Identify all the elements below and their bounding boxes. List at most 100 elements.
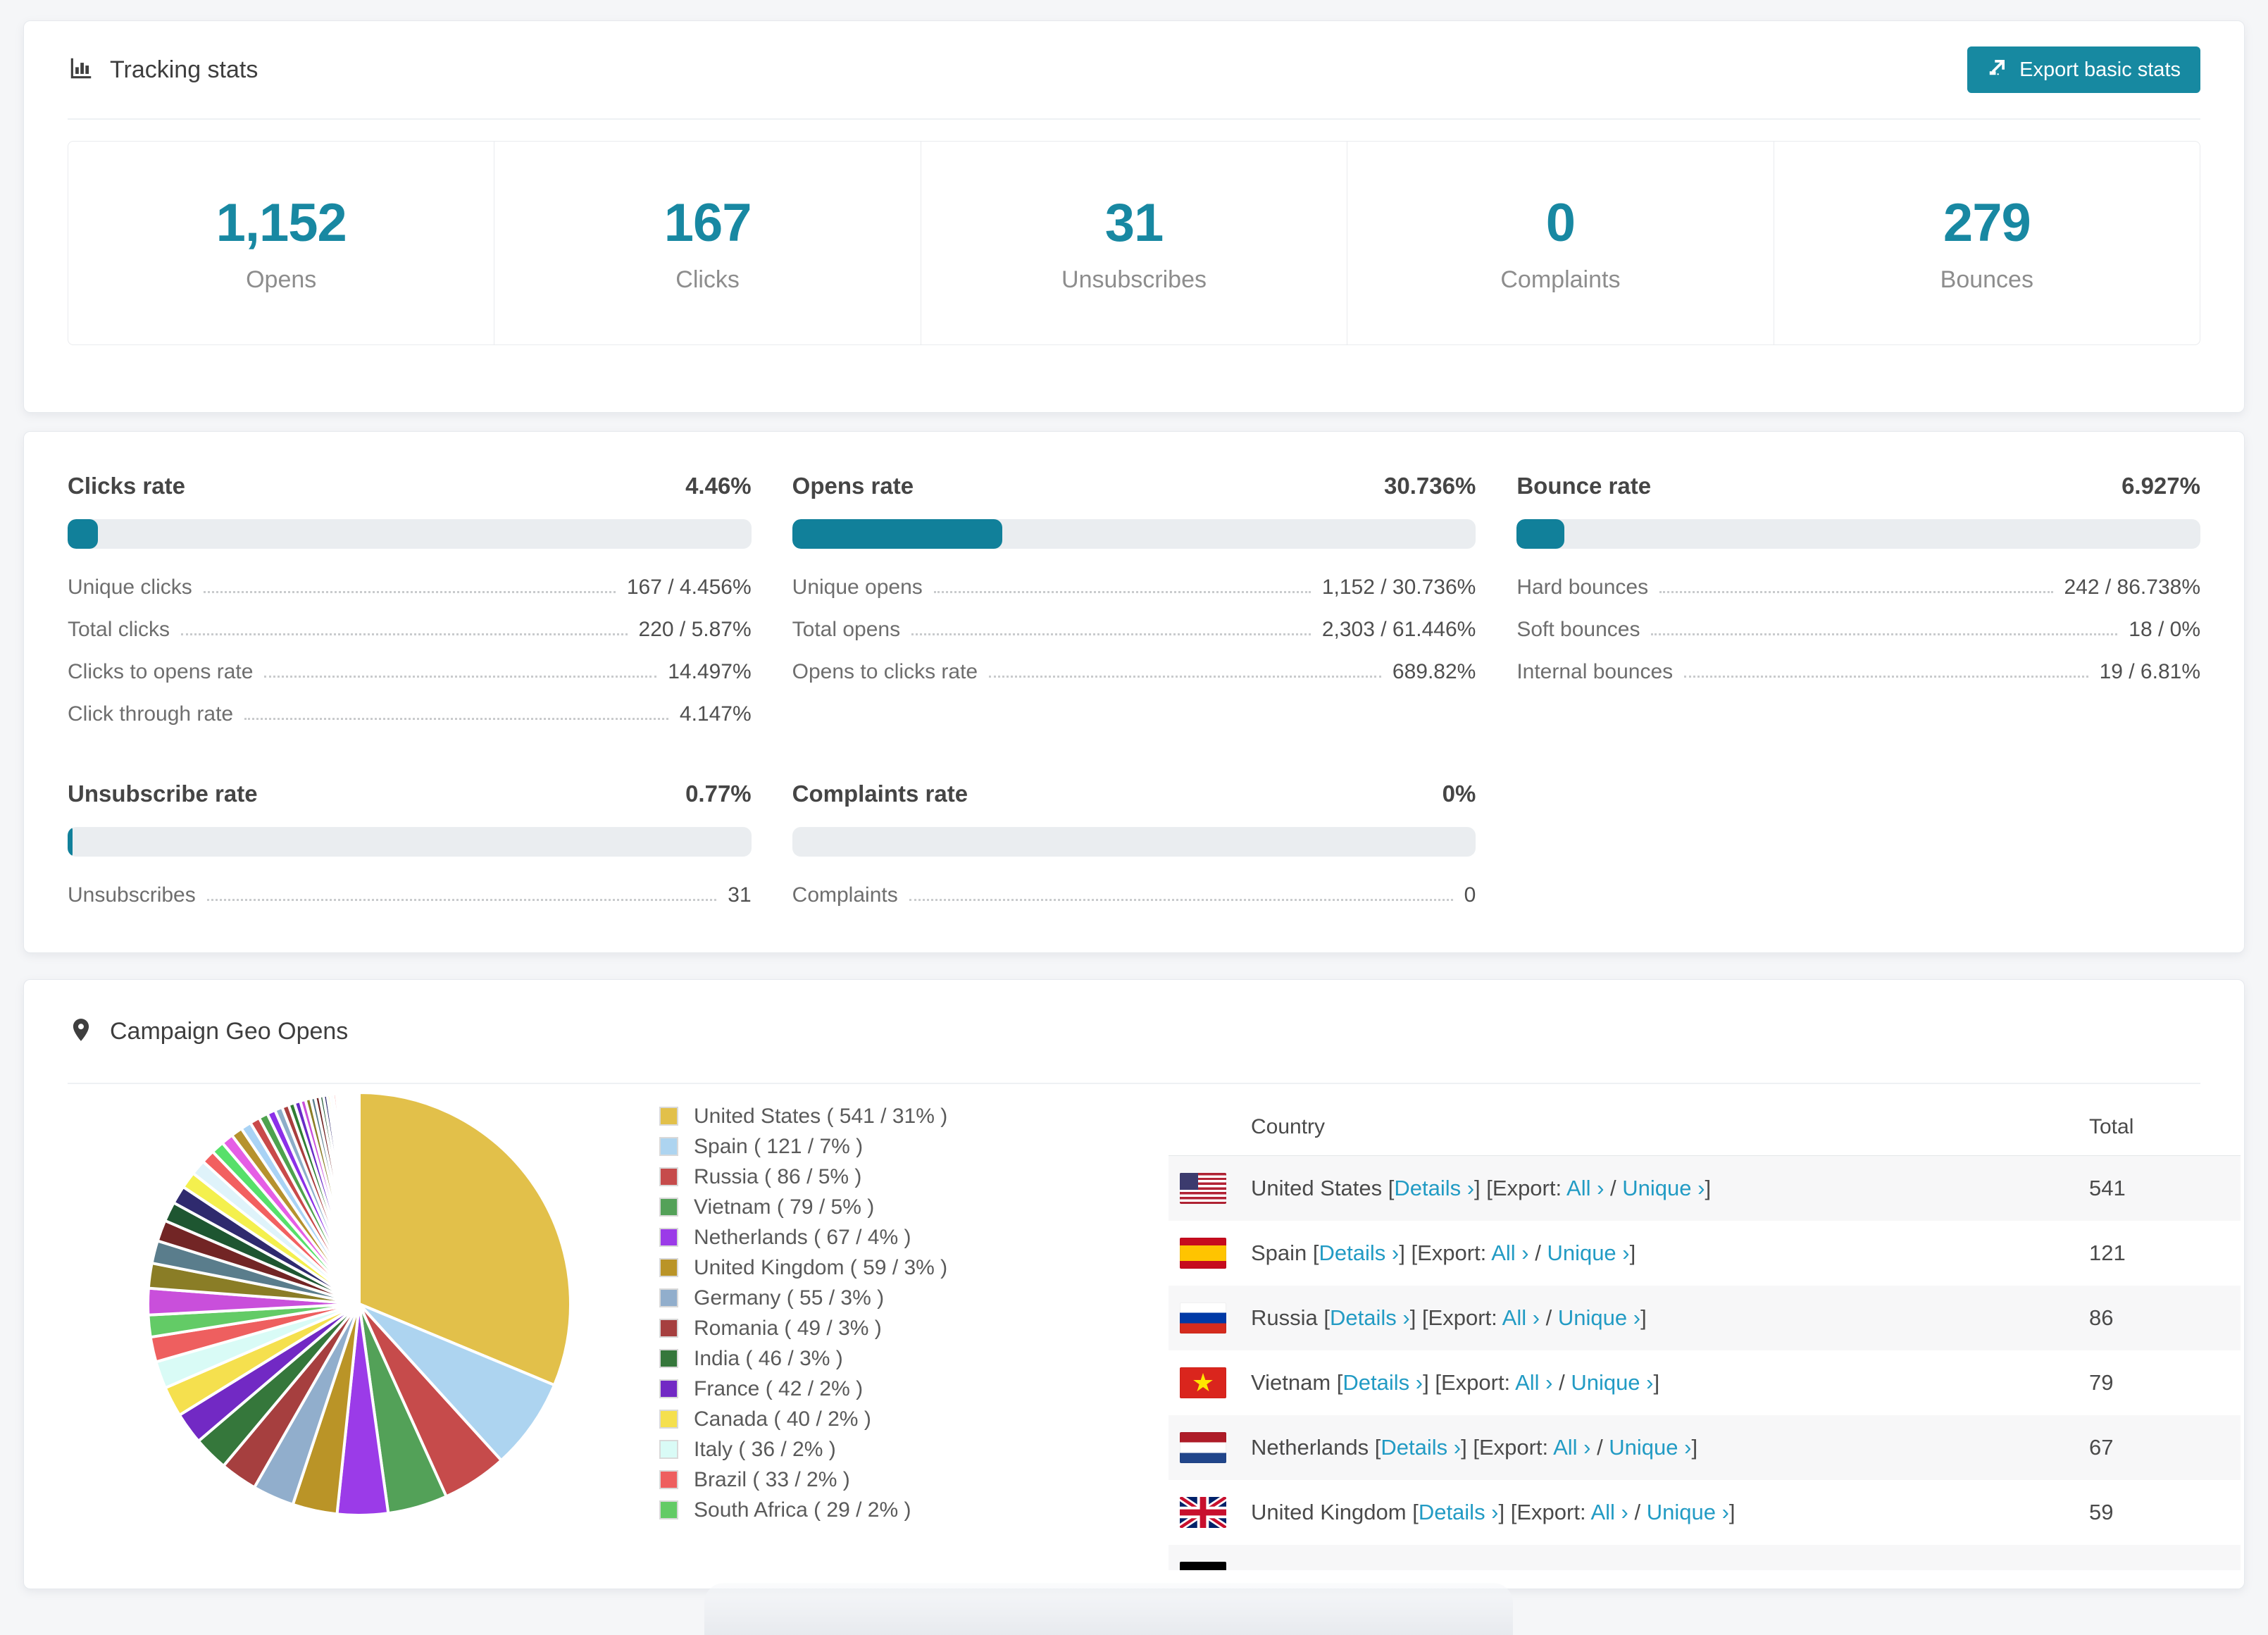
export-all-link[interactable]: All › [1553,1435,1590,1460]
location-pin-icon [68,1014,94,1050]
legend-item[interactable]: Spain ( 121 / 7% ) [659,1131,947,1162]
legend-label: Netherlands ( 67 / 4% ) [694,1225,911,1249]
stat-row: Hard bounces 242 / 86.738% [1516,576,2200,599]
legend-item[interactable]: Vietnam ( 79 / 5% ) [659,1192,947,1222]
country-column-header: Country [1251,1114,1326,1138]
export-unique-link[interactable]: Unique › [1647,1500,1729,1524]
legend-item[interactable]: Romania ( 49 / 3% ) [659,1313,947,1343]
legend-item[interactable]: India ( 46 / 3% ) [659,1343,947,1374]
us-flag-canton [1180,1173,1199,1190]
stat-label: Bounces [1940,266,2033,293]
total-value: 121 [2089,1241,2126,1265]
progress-bar-track [68,519,752,549]
export-unique-link[interactable]: Unique › [1609,1435,1691,1460]
slash: / [1552,1370,1571,1395]
details-link[interactable]: Details › [1342,1370,1423,1395]
legend-item[interactable]: Germany ( 55 / 3% ) [659,1283,947,1313]
export-unique-link[interactable]: Unique › [1571,1370,1653,1395]
stat-row-value: 0 [1464,883,1476,907]
dotted-leader [264,676,657,678]
legend-item[interactable]: United Kingdom ( 59 / 3% ) [659,1252,947,1283]
progress-bar-track [68,827,752,857]
slash: / [1540,1305,1558,1330]
bracket: [ [1369,1435,1381,1460]
legend-item[interactable]: Brazil ( 33 / 2% ) [659,1465,947,1495]
stat-row-label: Soft bounces [1516,618,1640,641]
country-flag [1180,1238,1226,1269]
details-link[interactable]: Details › [1419,1500,1499,1524]
export-all-link[interactable]: All › [1590,1500,1628,1524]
details-link[interactable]: Details › [1330,1305,1410,1330]
stat-row-value: 689.82% [1392,660,1476,683]
export-prefix: [Export: [1421,1305,1502,1330]
total-column-header: Total [2089,1114,2134,1138]
bracket: [ [1331,1370,1343,1395]
table-row: Netherlands [Details ›] [Export: All › /… [1169,1415,2241,1480]
legend-swatch [659,1410,678,1429]
export-all-link[interactable]: All › [1566,1176,1604,1200]
export-unique-link[interactable]: Unique › [1558,1305,1640,1330]
export-all-link[interactable]: All › [1502,1305,1540,1330]
stat-row-label: Unique clicks [68,576,192,599]
stat-row-label: Unique opens [792,576,923,599]
legend-label: Italy ( 36 / 2% ) [694,1437,836,1461]
legend-item[interactable]: United States ( 541 / 31% ) [659,1101,947,1131]
details-link[interactable]: Details › [1394,1176,1474,1200]
legend-swatch [659,1440,678,1459]
stat-label: Opens [246,266,317,293]
bracket: [ [1307,1241,1319,1265]
geo-country-table: Country Total United States [Details ›] … [1169,1098,2241,1589]
slash: / [1590,1435,1609,1460]
legend-label: Russia ( 86 / 5% ) [694,1164,862,1188]
bracket: ] [1705,1176,1712,1200]
export-all-link[interactable]: All › [1491,1241,1528,1265]
details-link[interactable]: Details › [1319,1241,1400,1265]
country-name: Netherlands [1251,1435,1369,1460]
stat-row-value: 31 [728,883,752,907]
table-row: Russia [Details ›] [Export: All › / Uniq… [1169,1286,2241,1350]
stat-row: Opens to clicks rate 689.82% [792,660,1476,683]
legend-item[interactable]: Russia ( 86 / 5% ) [659,1162,947,1192]
table-row: United Kingdom [Details ›] [Export: All … [1169,1480,2241,1545]
legend-item[interactable]: Canada ( 40 / 2% ) [659,1404,947,1434]
stat-row-value: 167 / 4.456% [626,576,752,599]
bracket: [ [1382,1176,1395,1200]
country-name: Spain [1251,1241,1307,1265]
legend-item[interactable]: South Africa ( 29 / 2% ) [659,1495,947,1525]
pie-legend: United States ( 541 / 31% ) Spain ( 121 … [659,1101,947,1525]
table-row: United States [Details ›] [Export: All ›… [1169,1156,2241,1221]
export-prefix: [Export: [1473,1435,1554,1460]
stat-value: 167 [663,193,752,253]
geo-header: Campaign Geo Opens [68,980,2200,1084]
dotted-leader [911,633,1311,635]
legend-item[interactable]: Italy ( 36 / 2% ) [659,1434,947,1465]
stat-row: Click through rate 4.147% [68,702,752,726]
stat-value: 0 [1545,193,1576,253]
legend-item[interactable]: France ( 42 / 2% ) [659,1374,947,1404]
stat-row-label: Internal bounces [1516,660,1674,683]
total-value: 541 [2089,1176,2126,1200]
stat-value: 1,152 [216,193,347,253]
bracket: [ [1317,1305,1330,1330]
country-name: Russia [1251,1305,1318,1330]
progress-bar-fill [792,519,1002,549]
export-unique-link[interactable]: Unique › [1622,1176,1705,1200]
legend-swatch [659,1137,678,1156]
bracket: ] [1409,1305,1422,1330]
bracket: ] [1653,1370,1660,1395]
legend-item[interactable]: Netherlands ( 67 / 4% ) [659,1222,947,1252]
rate-panel-value: 0% [1442,781,1476,807]
dotted-leader [244,718,668,720]
stat-label: Unsubscribes [1061,266,1207,293]
export-basic-stats-button[interactable]: Export basic stats [1967,46,2200,93]
legend-swatch [659,1228,678,1247]
rate-panel-value: 30.736% [1384,473,1476,499]
export-unique-link[interactable]: Unique › [1547,1241,1629,1265]
legend-label: Vietnam ( 79 / 5% ) [694,1195,875,1219]
table-row: Spain [Details ›] [Export: All › / Uniqu… [1169,1221,2241,1286]
stat-row: Complaints 0 [792,883,1476,907]
stat-row-label: Total opens [792,618,901,641]
export-all-link[interactable]: All › [1515,1370,1552,1395]
dotted-leader [1651,633,2118,635]
details-link[interactable]: Details › [1381,1435,1461,1460]
